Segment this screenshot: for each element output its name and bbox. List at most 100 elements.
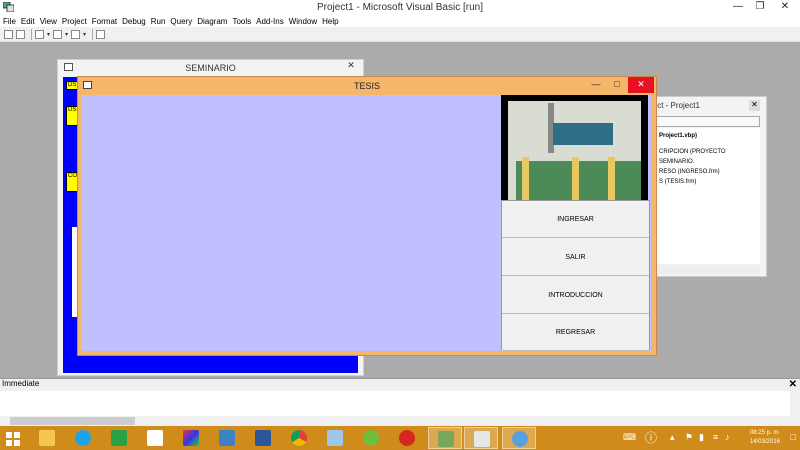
taskbar-vb6-run[interactable]	[464, 427, 498, 449]
toolbar-button-icon[interactable]	[53, 29, 63, 39]
immediate-vertical-scrollbar[interactable]	[790, 391, 800, 426]
taskbar-vb6[interactable]	[428, 427, 462, 449]
menu-run[interactable]: Run	[151, 17, 166, 26]
menu-project[interactable]: Project	[62, 17, 87, 26]
system-tray: ⌨ ⓘ ▴ ⚑ ▮ ≡ ♪ 08:25 p. m. 14/03/2016 □	[615, 426, 800, 450]
menu-window[interactable]: Window	[289, 17, 317, 26]
help-icon[interactable]: ⓘ	[645, 429, 657, 446]
chevron-down-icon[interactable]: ▾	[65, 31, 68, 38]
toolbar-separator	[31, 28, 32, 40]
close-button[interactable]: ✕	[774, 0, 796, 15]
volume-icon[interactable]: ♪	[725, 432, 730, 442]
taskbar-internet-explorer[interactable]	[66, 427, 100, 449]
windows-icon	[6, 432, 20, 446]
taskbar-file-explorer[interactable]	[30, 427, 64, 449]
toolbar-button-icon[interactable]	[16, 29, 25, 39]
taskbar: ⌨ ⓘ ▴ ⚑ ▮ ≡ ♪ 08:25 p. m. 14/03/2016 □	[0, 426, 800, 450]
photos-icon	[183, 430, 199, 446]
remote-desktop-icon	[219, 430, 235, 446]
network-card-image	[501, 95, 648, 210]
taskbar-photos[interactable]	[174, 427, 208, 449]
chrome-icon	[512, 431, 528, 447]
regresar-button[interactable]: REGRESAR	[502, 314, 649, 351]
tree-item[interactable]: RESO (INGRESO.frm)	[659, 167, 760, 177]
project-horizontal-scrollbar[interactable]	[645, 265, 760, 274]
clock-date: 14/03/2016	[749, 439, 780, 445]
chrome-icon	[291, 430, 307, 446]
taskbar-chrome-2[interactable]	[502, 427, 536, 449]
menu-view[interactable]: View	[40, 17, 57, 26]
word-icon	[255, 430, 271, 446]
menu-bar: File Edit View Project Format Debug Run …	[0, 15, 800, 27]
tree-item[interactable]: Project1.vbp)	[659, 131, 760, 141]
keyboard-icon[interactable]: ⌨	[623, 432, 636, 443]
taskbar-flash[interactable]	[390, 427, 424, 449]
menu-add-ins[interactable]: Add-Ins	[256, 17, 284, 26]
chevron-down-icon[interactable]: ▾	[47, 31, 50, 38]
window-title: Project1 - Microsoft Visual Basic [run]	[317, 2, 483, 13]
start-button[interactable]	[0, 427, 30, 449]
internet-explorer-icon	[75, 430, 91, 446]
toolbar-button-icon[interactable]	[35, 29, 44, 39]
restore-button[interactable]: ❐	[749, 0, 771, 15]
menu-diagram[interactable]: Diagram	[197, 17, 227, 26]
tree-item[interactable]: S (TESIS.frm)	[659, 177, 760, 187]
folder-icon	[39, 430, 55, 446]
immediate-close-button[interactable]: ✕	[789, 379, 797, 390]
tesis-client-area: INGRESAR SALIR INTRODUCCION REGRESAR	[81, 95, 651, 351]
menu-debug[interactable]: Debug	[122, 17, 146, 26]
toolbar-button-icon[interactable]	[4, 29, 13, 39]
taskbar-dreamweaver[interactable]	[354, 427, 388, 449]
taskbar-dropbox[interactable]	[138, 427, 172, 449]
notepad-icon	[327, 430, 343, 446]
tesis-maximize-button[interactable]: □	[607, 77, 627, 93]
network-icon[interactable]: ≡	[713, 432, 718, 442]
seminario-close-button[interactable]: ✕	[341, 60, 361, 73]
tesis-window[interactable]: TESIS — □ ✕ INGRESAR SALIR INTRODUCCION …	[77, 76, 657, 356]
tray-chevron-icon[interactable]: ▴	[670, 432, 675, 443]
app-titlebar: Project1 - Microsoft Visual Basic [run] …	[0, 0, 800, 15]
tesis-minimize-button[interactable]: —	[586, 77, 606, 93]
lock-icon[interactable]	[96, 29, 106, 39]
immediate-text-area[interactable]	[0, 391, 790, 416]
chevron-down-icon[interactable]: ▾	[83, 31, 86, 38]
tesis-close-button[interactable]: ✕	[628, 77, 654, 93]
taskbar-notepad[interactable]	[318, 427, 352, 449]
notifications-icon[interactable]: □	[791, 432, 796, 442]
seminario-titlebar: SEMINARIO ✕	[58, 60, 363, 75]
toolbar-separator	[92, 28, 94, 40]
menu-query[interactable]: Query	[170, 17, 192, 26]
dreamweaver-icon	[363, 430, 379, 446]
immediate-horizontal-scrollbar[interactable]	[0, 416, 790, 426]
project-tree: Project1.vbp) CRIPCION (PROYECTO SEMINAR…	[645, 128, 760, 264]
vb6-run-icon	[474, 431, 490, 447]
clock-time: 08:25 p. m.	[749, 430, 780, 436]
store-icon	[111, 430, 127, 446]
introduccion-button[interactable]: INTRODUCCION	[502, 277, 649, 314]
tesis-button-panel: INGRESAR SALIR INTRODUCCION REGRESAR	[501, 200, 650, 351]
clock[interactable]: 08:25 p. m. 14/03/2016	[750, 429, 780, 447]
taskbar-chrome[interactable]	[282, 427, 316, 449]
menu-tools[interactable]: Tools	[232, 17, 251, 26]
taskbar-store[interactable]	[102, 427, 136, 449]
salir-button[interactable]: SALIR	[502, 239, 649, 276]
tree-item[interactable]: CRIPCION (PROYECTO SEMINARIO.	[659, 147, 760, 167]
project-explorer-close-button[interactable]: ✕	[749, 100, 760, 111]
minimize-button[interactable]: —	[727, 0, 749, 15]
immediate-window: Immediate ✕	[0, 378, 800, 426]
menu-file[interactable]: File	[3, 17, 16, 26]
tesis-title: TESIS	[353, 81, 380, 91]
taskbar-remote-desktop[interactable]	[210, 427, 244, 449]
project-explorer-panel: ject - Project1 ✕ Project1.vbp) CRIPCION…	[640, 96, 767, 277]
battery-icon[interactable]: ▮	[699, 432, 704, 443]
toolbar-button-icon[interactable]	[71, 29, 81, 39]
ingresar-button[interactable]: INGRESAR	[502, 201, 649, 238]
taskbar-word[interactable]	[246, 427, 280, 449]
menu-help[interactable]: Help	[322, 17, 338, 26]
menu-edit[interactable]: Edit	[21, 17, 35, 26]
project-explorer-toolbar[interactable]	[645, 116, 760, 127]
vb6-icon	[438, 431, 454, 447]
toolbar: ▾ ▾ ▾	[0, 27, 800, 42]
menu-format[interactable]: Format	[92, 17, 117, 26]
flag-icon[interactable]: ⚑	[685, 432, 693, 443]
